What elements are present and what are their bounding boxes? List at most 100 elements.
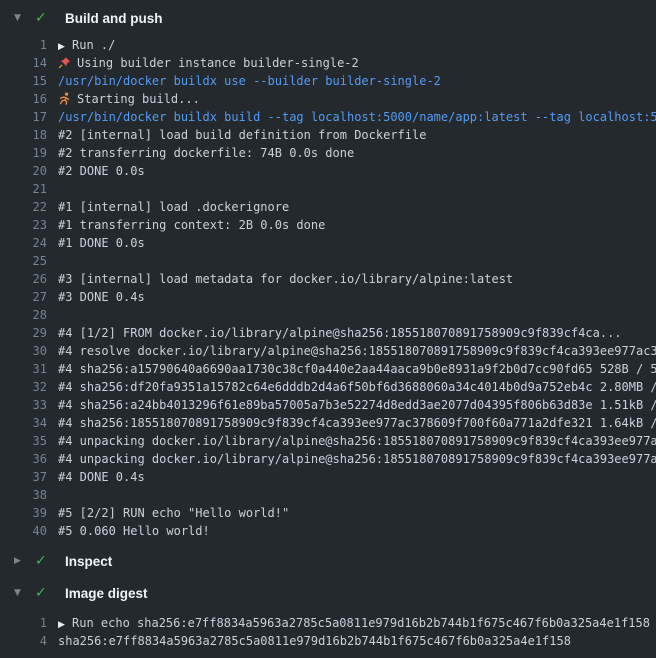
line-number: 25 xyxy=(0,252,47,270)
line-text: #5 0.060 Hello world! xyxy=(58,522,210,540)
log-line[interactable]: 28 xyxy=(0,306,656,324)
line-text: ▶Run echo sha256:e7ff8834a5963a2785c5a08… xyxy=(58,614,650,632)
log-line[interactable]: 40 #5 0.060 Hello world! xyxy=(0,522,656,540)
log-line[interactable]: 31#4 sha256:a15790640a6690aa1730c38cf0a4… xyxy=(0,360,656,378)
log-line[interactable]: 34 #4 sha256:185518070891758909c9f839cf4c… xyxy=(0,414,656,432)
line-text: Starting build... xyxy=(58,90,200,108)
line-number: 35 xyxy=(0,432,47,450)
step-header-image-digest[interactable]: ▼ ✓ Image digest xyxy=(0,581,656,605)
line-number: 40 xyxy=(0,522,47,540)
chevron-right-icon[interactable]: ▶ xyxy=(14,556,27,566)
line-number: 14 xyxy=(0,54,47,72)
line-text: /usr/bin/docker buildx build --tag local… xyxy=(58,108,656,126)
line-text: #4 unpacking docker.io/library/alpine@sh… xyxy=(58,432,656,450)
log-line[interactable]: 18#2 [internal] load build definition fr… xyxy=(0,126,656,144)
line-number: 1 xyxy=(0,36,47,54)
log-line[interactable]: 1 ▶Run echo sha256:e7ff8834a5963a2785c5a0… xyxy=(0,614,656,632)
line-text: ▶Run ./ xyxy=(58,36,115,54)
line-number: 36 xyxy=(0,450,47,468)
line-number: 16 xyxy=(0,90,47,108)
line-number: 28 xyxy=(0,306,47,324)
line-number: 22 xyxy=(0,198,47,216)
line-text: #4 sha256:df20fa9351a15782c64e6dddb2d4a6… xyxy=(58,378,656,396)
line-text: /usr/bin/docker buildx use --builder bui… xyxy=(58,72,441,90)
log-line[interactable]: 33 #4 sha256:a24bb4013296f61e89ba57005a7b… xyxy=(0,396,656,414)
step-section-inspect: ▶ ✓ Inspect xyxy=(0,549,656,573)
line-number: 30 xyxy=(0,342,47,360)
line-number: 26 xyxy=(0,270,47,288)
log-line[interactable]: 38 xyxy=(0,486,656,504)
log-line[interactable]: 17/usr/bin/docker buildx build --tag loc… xyxy=(0,108,656,126)
log-line[interactable]: 14 Using builder instance builder-single-… xyxy=(0,54,656,72)
line-number: 4 xyxy=(0,632,47,650)
log-line[interactable]: 15/usr/bin/docker buildx use --builder b… xyxy=(0,72,656,90)
line-text: sha256:e7ff8834a5963a2785c5a0811e979d16b… xyxy=(58,632,571,650)
chevron-down-icon[interactable]: ▼ xyxy=(14,588,27,598)
line-number: 38 xyxy=(0,486,47,504)
log-line[interactable]: 39#5 [2/2] RUN echo "Hello world!" xyxy=(0,504,656,522)
log-line[interactable]: 21 xyxy=(0,180,656,198)
line-text: #1 [internal] load .dockerignore xyxy=(58,198,289,216)
log-line[interactable]: 16 Starting build... xyxy=(0,90,656,108)
step-log-lines: 1 ▶Run ./ 14 Using builder instance builder… xyxy=(0,36,656,540)
line-text-content: Run ./ xyxy=(72,38,115,52)
line-text: #4 unpacking docker.io/library/alpine@sh… xyxy=(58,450,656,468)
log-line[interactable]: 22 #1 [internal] load .dockerignore xyxy=(0,198,656,216)
runner-icon xyxy=(58,92,77,108)
step-title: Build and push xyxy=(65,11,163,26)
step-section-build-and-push: ▼ ✓ Build and push 1 ▶Run ./ 14 Using build… xyxy=(0,0,656,540)
log-line[interactable]: 30#4 resolve docker.io/library/alpine@sh… xyxy=(0,342,656,360)
line-number: 37 xyxy=(0,468,47,486)
log-line[interactable]: 37 #4 DONE 0.4s xyxy=(0,468,656,486)
line-text: #4 DONE 0.4s xyxy=(58,468,145,486)
line-number: 20 xyxy=(0,162,47,180)
line-number: 39 xyxy=(0,504,47,522)
line-text: #4 sha256:185518070891758909c9f839cf4ca3… xyxy=(58,414,656,432)
line-text: #4 sha256:a15790640a6690aa1730c38cf0a440… xyxy=(58,360,656,378)
log-line[interactable]: 24#1 DONE 0.0s xyxy=(0,234,656,252)
log-line[interactable]: 1 ▶Run ./ xyxy=(0,36,656,54)
line-text: #3 DONE 0.4s xyxy=(58,288,145,306)
play-icon[interactable]: ▶ xyxy=(58,616,72,632)
line-number: 32 xyxy=(0,378,47,396)
step-title: Image digest xyxy=(65,586,148,601)
log-line[interactable]: 36 #4 unpacking docker.io/library/alpine@… xyxy=(0,450,656,468)
log-line[interactable]: 32 #4 sha256:df20fa9351a15782c64e6dddb2d4… xyxy=(0,378,656,396)
step-title: Inspect xyxy=(65,554,112,569)
log-line[interactable]: 27 #3 DONE 0.4s xyxy=(0,288,656,306)
step-header-inspect[interactable]: ▶ ✓ Inspect xyxy=(0,549,656,573)
log-line[interactable]: 4 sha256:e7ff8834a5963a2785c5a0811e979d16… xyxy=(0,632,656,650)
play-icon[interactable]: ▶ xyxy=(58,38,72,54)
line-number: 17 xyxy=(0,108,47,126)
line-number: 33 xyxy=(0,396,47,414)
line-text: #2 transferring dockerfile: 74B 0.0s don… xyxy=(58,144,354,162)
step-section-image-digest: ▼ ✓ Image digest 1 ▶Run echo sha256:e7ff8… xyxy=(0,581,656,650)
log-line[interactable]: 29 #4 [1/2] FROM docker.io/library/alpine… xyxy=(0,324,656,342)
log-line[interactable]: 20#2 DONE 0.0s xyxy=(0,162,656,180)
line-text: #4 sha256:a24bb4013296f61e89ba57005a7b3e… xyxy=(58,396,656,414)
log-line[interactable]: 23 #1 transferring context: 2B 0.0s done xyxy=(0,216,656,234)
chevron-down-icon[interactable]: ▼ xyxy=(14,13,27,23)
log-line[interactable]: 25 xyxy=(0,252,656,270)
line-number: 34 xyxy=(0,414,47,432)
line-text-content: Using builder instance builder-single-2 xyxy=(77,56,359,70)
line-number: 21 xyxy=(0,180,47,198)
check-success-icon: ✓ xyxy=(35,10,51,26)
check-success-icon: ✓ xyxy=(35,585,51,601)
line-number: 15 xyxy=(0,72,47,90)
line-text: #2 [internal] load build definition from… xyxy=(58,126,426,144)
line-text: #1 transferring context: 2B 0.0s done xyxy=(58,216,325,234)
line-text: #4 [1/2] FROM docker.io/library/alpine@s… xyxy=(58,324,622,342)
line-text-content: Run echo sha256:e7ff8834a5963a2785c5a081… xyxy=(72,616,650,630)
log-line[interactable]: 19#2 transferring dockerfile: 74B 0.0s d… xyxy=(0,144,656,162)
line-number: 23 xyxy=(0,216,47,234)
line-number: 1 xyxy=(0,614,47,632)
line-number: 27 xyxy=(0,288,47,306)
workflow-log-viewer: ▼ ✓ Build and push 1▶Run ./14Using build… xyxy=(0,0,656,658)
line-number: 29 xyxy=(0,324,47,342)
log-line[interactable]: 35 #4 unpacking docker.io/library/alpine@… xyxy=(0,432,656,450)
pushpin-icon xyxy=(58,56,77,72)
line-text: Using builder instance builder-single-2 xyxy=(58,54,359,72)
step-header-build-and-push[interactable]: ▼ ✓ Build and push xyxy=(0,0,656,36)
log-line[interactable]: 26#3 [internal] load metadata for docker… xyxy=(0,270,656,288)
